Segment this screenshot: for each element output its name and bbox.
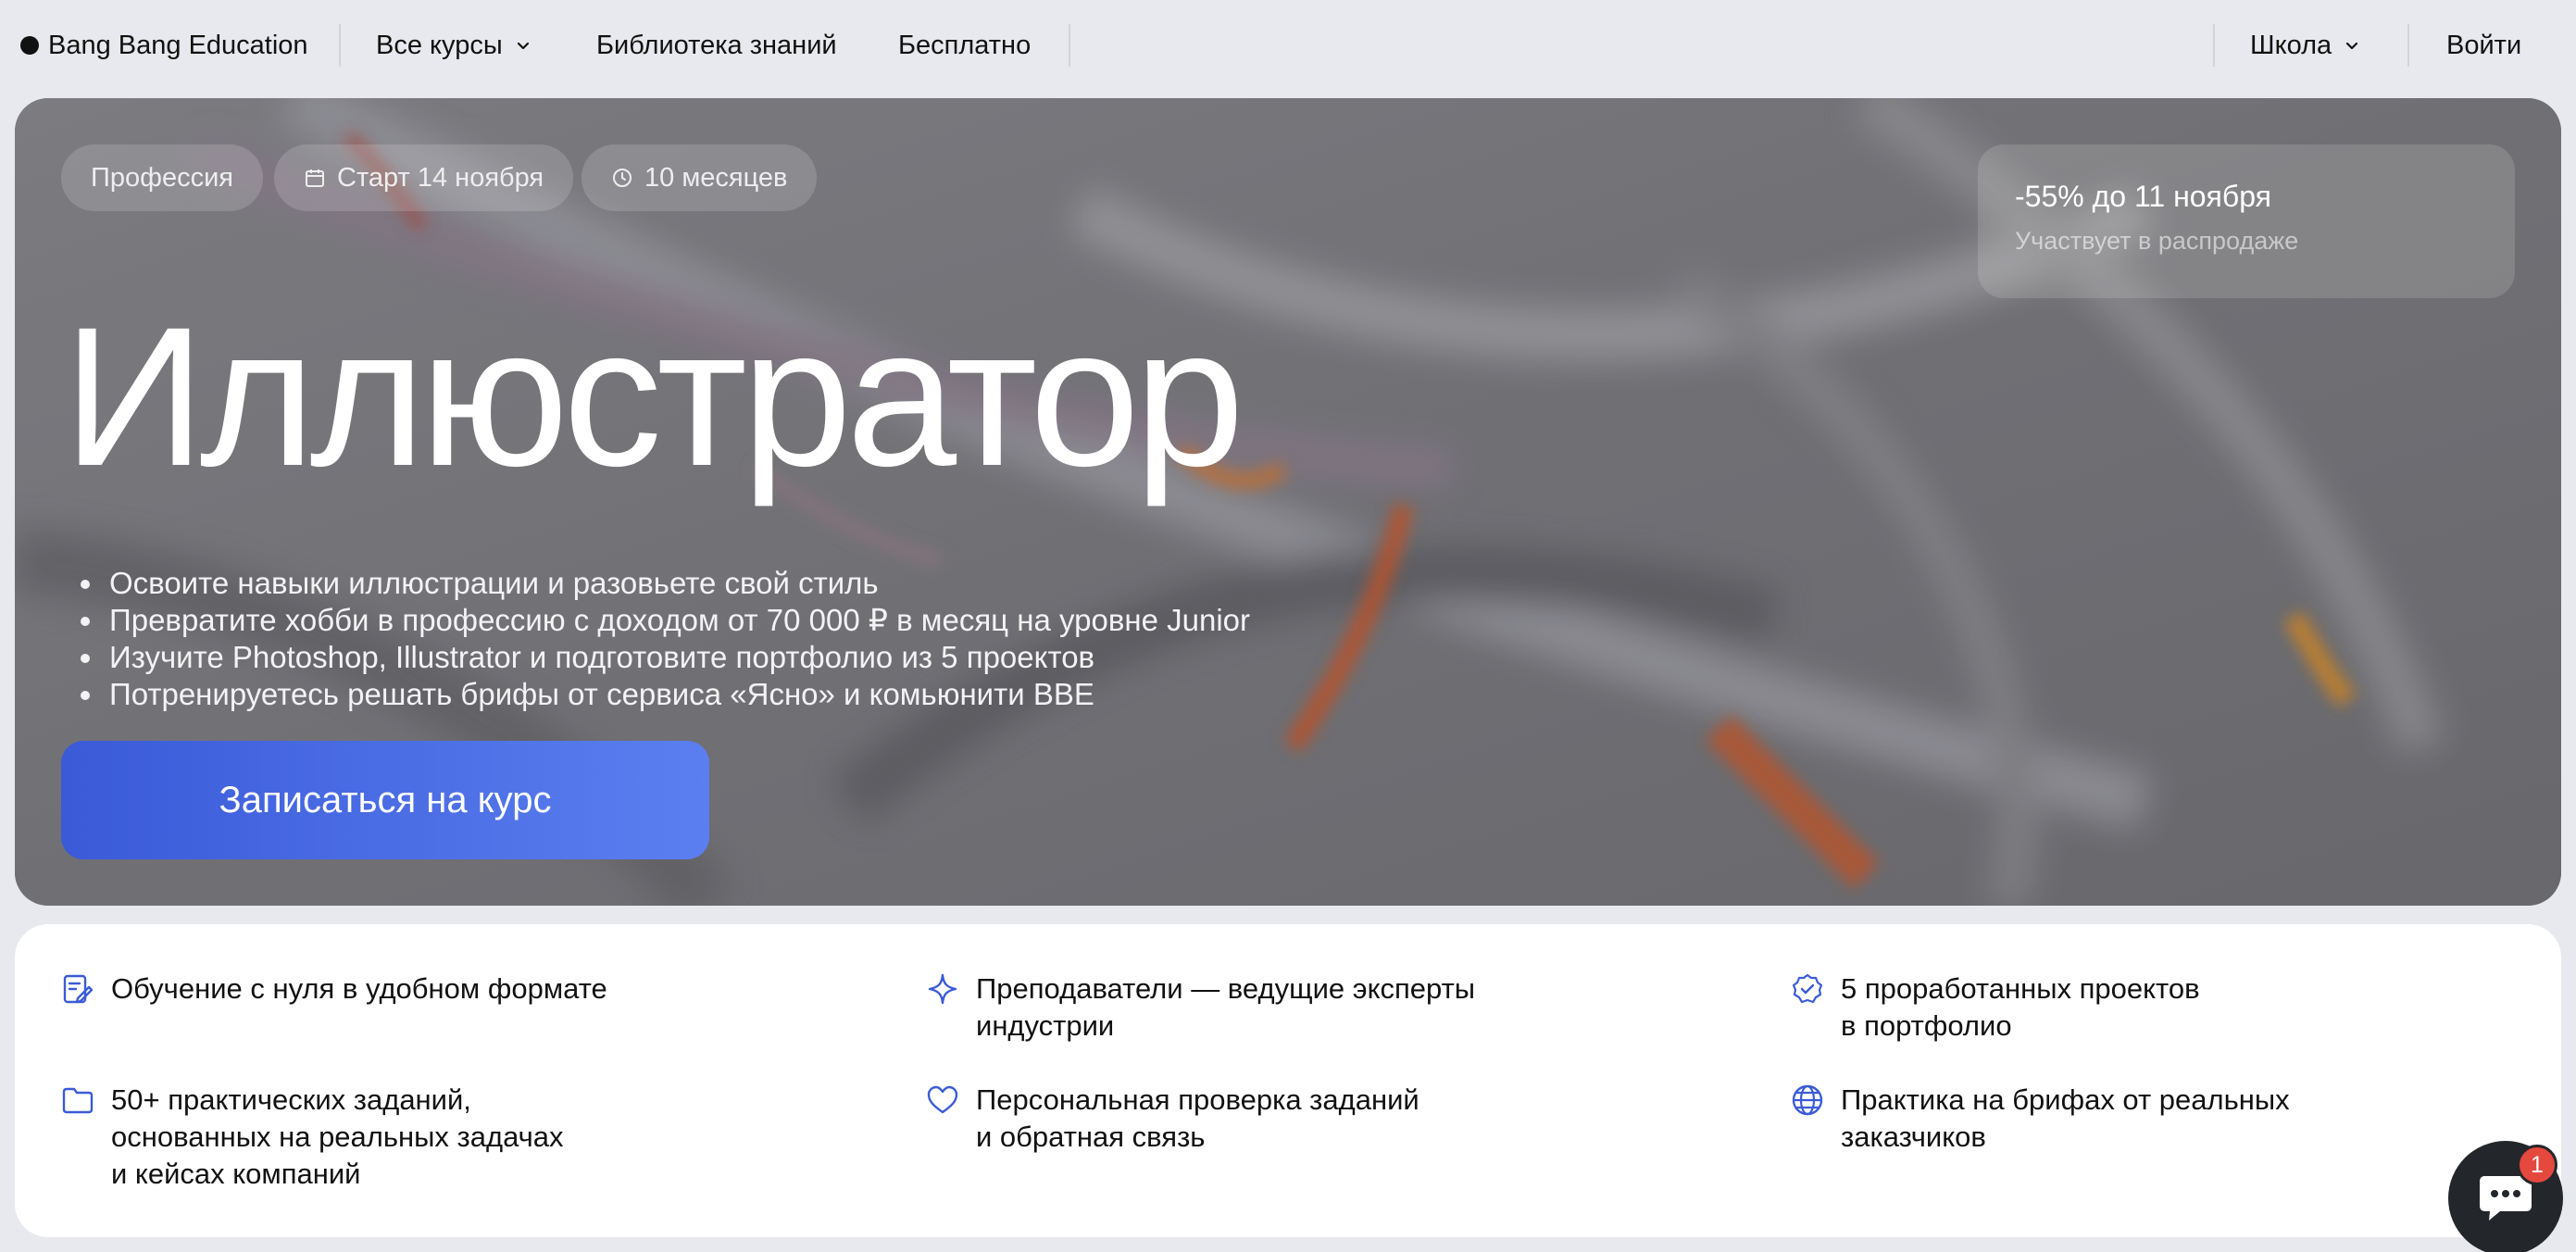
profession-chip-label: Профессия (91, 162, 233, 193)
feature-item: 50+ практических заданий, основанных на … (61, 1082, 564, 1193)
nav-free-link[interactable]: Бесплатно (898, 28, 1031, 63)
sale-title: -55% до 11 ноября (2015, 180, 2271, 213)
login-link[interactable]: Войти (2446, 28, 2521, 63)
benefit-item: Превратите хобби в профессию с доходом о… (106, 602, 1309, 639)
start-date-label: Старт 14 ноября (337, 162, 544, 193)
feature-text: Персональная проверка заданий и обратная… (976, 1083, 1419, 1153)
feature-text: Практика на брифах от реальных заказчико… (1841, 1083, 2290, 1153)
edit-note-icon (63, 974, 94, 1004)
feature-item: Персональная проверка заданий и обратная… (926, 1082, 1419, 1156)
benefit-item: Изучите Photoshop, Illustrator и подгото… (106, 639, 1309, 676)
feature-item: Преподаватели — ведущие эксперты индустр… (926, 970, 1475, 1045)
sale-subtitle: Участвует в распродаже (2015, 227, 2299, 255)
login-label: Войти (2446, 30, 2522, 60)
enroll-button[interactable]: Записаться на курс (61, 741, 709, 859)
brand-dot-icon (20, 36, 39, 55)
profession-chip: Профессия (61, 144, 263, 211)
feature-text: 5 проработанных проектов в портфолио (1841, 972, 2200, 1042)
nav-all-courses-dropdown[interactable]: Все курсы (376, 28, 532, 63)
nav-school-label: Школа (2250, 30, 2332, 60)
sale-card: -55% до 11 ноября Участвует в распродаже (1978, 144, 2515, 298)
feature-text: Обучение с нуля в удобном формате (111, 972, 607, 1005)
feature-item: Обучение с нуля в удобном формате (61, 970, 607, 1008)
course-hero: Профессия Старт 14 ноября 10 месяцев Илл… (15, 98, 2561, 906)
globe-icon (1792, 1084, 1823, 1116)
brand-name: Bang Bang Education (48, 30, 308, 60)
chevron-down-icon (517, 42, 529, 50)
brand-logo[interactable]: Bang Bang Education (20, 28, 308, 63)
feature-text: Преподаватели — ведущие эксперты индустр… (976, 972, 1476, 1042)
nav-library-label: Библиотека знаний (596, 30, 837, 60)
feature-text: 50+ практических заданий, основанных на … (111, 1083, 564, 1190)
folder-icon (62, 1087, 94, 1114)
nav-library-link[interactable]: Библиотека знаний (596, 28, 837, 63)
feature-item: 5 проработанных проектов в портфолио (1791, 970, 2200, 1045)
nav-divider (339, 24, 341, 67)
benefit-item: Освоите навыки иллюстрации и разовьете с… (106, 565, 1309, 602)
nav-all-courses-label: Все курсы (376, 30, 503, 60)
heart-icon (927, 1085, 958, 1114)
nav-free-label: Бесплатно (898, 30, 1032, 60)
nav-divider (2407, 24, 2409, 67)
course-title: Иллюстратор (63, 286, 1244, 507)
course-benefits-list: Освоите навыки иллюстрации и разовьете с… (106, 565, 1309, 713)
check-badge-icon (1792, 973, 1823, 1004)
start-date-chip: Старт 14 ноября (274, 144, 574, 211)
top-navigation: Bang Bang Education Все курсы Библиотека… (0, 0, 2576, 91)
duration-chip: 10 месяцев (581, 144, 818, 211)
nav-school-dropdown[interactable]: Школа (2250, 28, 2361, 63)
calendar-icon (306, 169, 324, 187)
chevron-down-icon (2346, 42, 2358, 50)
benefit-item: Потренируетесь решать брифы от сервиса «… (106, 676, 1309, 713)
duration-label: 10 месяцев (644, 162, 788, 193)
clock-icon (613, 169, 631, 187)
nav-divider (1069, 24, 1070, 67)
feature-item: Практика на брифах от реальных заказчико… (1791, 1082, 2290, 1156)
course-features: Обучение с нуля в удобном формате Препод… (15, 924, 2561, 1237)
chat-unread-badge: 1 (2517, 1145, 2557, 1185)
nav-divider (2213, 24, 2215, 67)
sparkle-icon (928, 973, 957, 1005)
